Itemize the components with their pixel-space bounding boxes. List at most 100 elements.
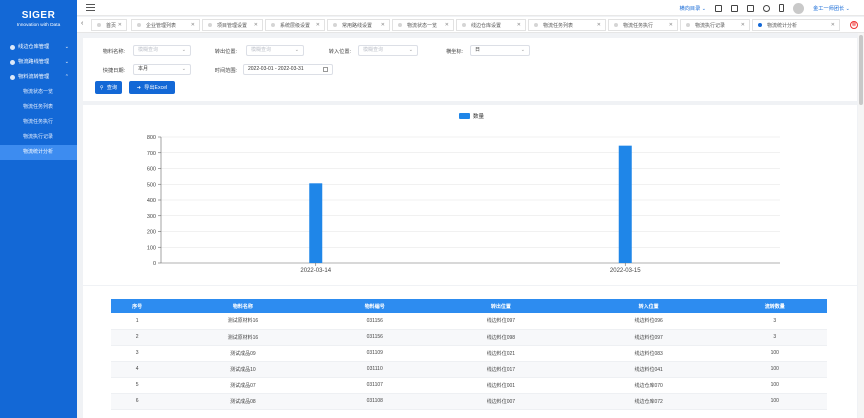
table-row[interactable]: 1 测试原材料16 031156 线边料位097 线边料位096 3 <box>111 313 827 330</box>
chevron-up-icon: ⌃ <box>64 74 69 80</box>
close-icon[interactable]: ✕ <box>669 22 673 28</box>
tab-route[interactable]: 常用路线设置 ✕ <box>327 19 390 31</box>
close-icon[interactable]: ✕ <box>191 22 195 28</box>
table-cell: 3 <box>722 313 827 330</box>
out-location-placeholder: 模糊查询 <box>251 47 272 53</box>
table-cell: 线边料位021 <box>426 345 575 362</box>
axis-select[interactable]: 日 ⌄ <box>470 45 530 56</box>
close-icon[interactable]: ✕ <box>831 22 835 28</box>
avatar[interactable] <box>793 2 805 14</box>
sidebar-item-task-execution[interactable]: 物流任务执行 <box>0 115 77 130</box>
table-cell: 1 <box>111 313 164 330</box>
tab-enterprise[interactable]: 企业管理列表 ✕ <box>131 19 200 31</box>
scrollbar[interactable] <box>858 33 864 418</box>
export-excel-button[interactable]: ➜ 导出Excel <box>129 81 175 94</box>
in-location-input[interactable]: 模糊查询 ⌄ <box>358 45 418 56</box>
y-tick-label: 100 <box>147 245 156 251</box>
tab-warehouse[interactable]: 线边仓库设置 ✕ <box>456 19 526 31</box>
axis-label: 横坐标: <box>445 49 463 55</box>
table-row[interactable]: 2 测试原材料16 031156 线边料位098 线边料位097 3 <box>111 329 827 346</box>
sidebar-menu: 线边仓库管理 ⌄ 物流路线管理 ⌄ 物料流转管理 ⌃ 物流状态一览 物流任务列表… <box>0 40 77 160</box>
tab-dot-icon <box>97 23 101 27</box>
time-range-value: 2022-03-01 - 2022-03-31 <box>248 66 304 72</box>
table-row[interactable]: 5 测试成品07 031107 线边料位001 线边仓库070 100 <box>111 377 827 394</box>
tab-execution-records[interactable]: 物流执行记录 ✕ <box>680 19 750 31</box>
sidebar-item-task-list[interactable]: 物流任务列表 <box>0 100 77 115</box>
tab-label: 物流状态一览 <box>407 22 438 29</box>
tab-dot-icon <box>758 23 762 27</box>
monitor-icon[interactable] <box>731 4 739 12</box>
material-name-input[interactable]: 模糊查询 ⌄ <box>133 45 191 56</box>
x-tick-label: 2022-03-15 <box>610 268 641 274</box>
close-all-tabs-icon[interactable]: ⊗ <box>850 21 858 29</box>
quick-date-select[interactable]: 本月 ⌄ <box>133 64 191 75</box>
sidebar-group-label: 物料流转管理 <box>18 74 50 80</box>
tab-dot-icon <box>333 23 337 27</box>
sidebar-group-route[interactable]: 物流路线管理 ⌄ <box>0 55 77 70</box>
tab-status-overview[interactable]: 物流状态一览 ✕ <box>392 19 454 31</box>
close-icon[interactable]: ✕ <box>741 22 745 28</box>
mobile-icon[interactable] <box>779 4 785 12</box>
brand-tagline: Innovation with Data <box>16 23 61 28</box>
table-cell: 线边料位017 <box>426 361 575 378</box>
tab-home[interactable]: 首页 ✕ <box>91 19 127 31</box>
table-cell: 线边仓库070 <box>574 377 723 394</box>
table-cell: 测试成品09 <box>163 345 323 362</box>
close-icon[interactable]: ✕ <box>316 22 320 28</box>
close-icon[interactable]: ✕ <box>254 22 258 28</box>
close-icon[interactable]: ✕ <box>597 22 601 28</box>
tab-scroll-left-icon[interactable]: ‹ <box>81 20 83 27</box>
tab-dot-icon <box>614 23 618 27</box>
time-range-picker[interactable]: 2022-03-01 - 2022-03-31 <box>243 64 333 75</box>
sidebar-group-label: 物流路线管理 <box>18 59 50 65</box>
sidebar-group-material-flow[interactable]: 物料流转管理 ⌃ <box>0 70 77 85</box>
close-icon[interactable]: ✕ <box>445 22 449 28</box>
chevron-down-icon: ⌄ <box>181 47 186 53</box>
tab-task-execution[interactable]: 物流任务执行 ✕ <box>608 19 678 31</box>
close-icon[interactable]: ✕ <box>118 22 122 28</box>
tab-label: 物流执行记录 <box>695 22 726 29</box>
scrollbar-thumb[interactable] <box>859 35 863 105</box>
table-row[interactable]: 4 测试成品10 031110 线边料位017 线边料位041 100 <box>111 361 827 378</box>
in-location-label: 转入位置: <box>328 49 351 55</box>
tab-dot-icon <box>462 23 466 27</box>
col-header: 转出位置 <box>426 299 575 313</box>
x-tick-label: 2022-03-14 <box>300 268 331 274</box>
layout-direction-dropdown[interactable]: 横向目录 ⌄ <box>680 5 707 12</box>
table-cell: 6 <box>111 393 164 410</box>
query-button[interactable]: ⚲ 查询 <box>95 81 122 94</box>
chevron-down-icon: ⌄ <box>64 44 69 50</box>
sidebar-item-statistics[interactable]: 物流统计分析 <box>0 145 77 160</box>
table-cell: 线边料位007 <box>426 393 575 410</box>
y-tick-label: 400 <box>147 198 156 204</box>
tab-project[interactable]: 项目管理设置 ✕ <box>202 19 263 31</box>
table-cell: 031110 <box>322 361 427 378</box>
document-icon[interactable] <box>747 4 755 12</box>
tab-dot-icon <box>137 23 141 27</box>
tab-dot-icon <box>534 23 538 27</box>
tab-task-list[interactable]: 物流任务列表 ✕ <box>528 19 606 31</box>
table-cell: 测试成品08 <box>163 393 323 410</box>
tab-label: 常用路线设置 <box>342 22 373 29</box>
table-cell: 3 <box>111 345 164 362</box>
table-cell: 5 <box>111 377 164 394</box>
table-row[interactable]: 6 测试成品08 031108 线边料位007 线边仓库072 100 <box>111 393 827 410</box>
tab-statistics[interactable]: 物流统计分析 ✕ <box>752 19 840 31</box>
sidebar: SIGER Innovation with Data 线边仓库管理 ⌄ 物流路线… <box>0 0 77 418</box>
close-icon[interactable]: ✕ <box>381 22 385 28</box>
y-tick-label: 800 <box>147 135 156 141</box>
sidebar-item-status-overview[interactable]: 物流状态一览 <box>0 85 77 100</box>
chevron-down-icon: ⌄ <box>64 59 69 65</box>
user-menu[interactable]: 金工一师团长 ⌄ <box>813 5 850 12</box>
quick-date-value: 本月 <box>138 66 149 72</box>
table-cell: 100 <box>722 345 827 362</box>
menu-toggle-icon[interactable] <box>86 4 95 11</box>
tab-system-level[interactable]: 系统层级设置 ✕ <box>265 19 325 31</box>
fullscreen-icon[interactable] <box>715 4 723 12</box>
sidebar-item-execution-records[interactable]: 物流执行记录 <box>0 130 77 145</box>
out-location-input[interactable]: 模糊查询 ⌄ <box>246 45 304 56</box>
table-row[interactable]: 3 测试成品09 031109 线边料位021 线边料位083 100 <box>111 345 827 362</box>
close-icon[interactable]: ✕ <box>517 22 521 28</box>
bell-icon[interactable] <box>763 4 771 12</box>
sidebar-group-warehouse[interactable]: 线边仓库管理 ⌄ <box>0 40 77 55</box>
